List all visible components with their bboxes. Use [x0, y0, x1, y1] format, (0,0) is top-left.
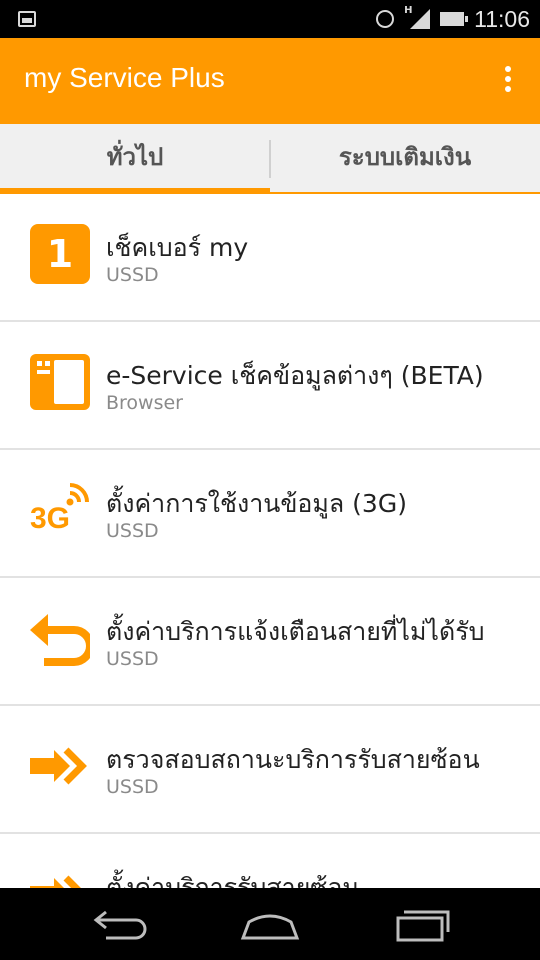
image-icon [18, 11, 36, 27]
status-time: 11:06 [474, 5, 530, 32]
overflow-menu-icon[interactable] [498, 66, 518, 96]
app-bar: my Service Plus [0, 38, 540, 124]
alarm-icon [376, 10, 395, 28]
sim-card-icon [30, 352, 90, 412]
service-list: 1 เช็คเบอร์ my USSD e-Service เช็คข้อมูล… [0, 194, 540, 888]
tab-prepaid[interactable]: ระบบเติมเงิน [270, 124, 540, 194]
list-item-title: e-Service เช็คข้อมูลต่างๆ (BETA) [106, 361, 484, 390]
home-icon[interactable] [235, 904, 305, 944]
list-item[interactable]: 3G ตั้งค่าการใช้งานข้อมูล (3G) USSD [0, 450, 540, 578]
status-bar-indicators: H 11:06 [376, 0, 530, 38]
list-item[interactable]: e-Service เช็คข้อมูลต่างๆ (BETA) Browser [0, 322, 540, 450]
forward-arrows-icon [30, 736, 90, 796]
recents-icon[interactable] [388, 904, 458, 944]
number-one-icon: 1 [30, 224, 90, 284]
list-item-subtitle: Browser [106, 392, 183, 414]
forward-arrows-icon [30, 864, 90, 888]
signal-icon: H [404, 5, 431, 31]
list-item[interactable]: 1 เช็คเบอร์ my USSD [0, 194, 540, 322]
list-item-title: ตั้งค่าบริการรับสายซ้อน [106, 873, 360, 888]
back-icon[interactable] [86, 904, 156, 944]
list-item-title: ตั้งค่าบริการแจ้งเตือนสายที่ไม่ได้รับ [106, 617, 485, 646]
list-item[interactable]: ตรวจสอบสถานะบริการรับสายซ้อน USSD [0, 706, 540, 834]
list-item-subtitle: USSD [106, 648, 159, 670]
battery-icon [440, 12, 469, 26]
list-item[interactable]: ตั้งค่าบริการแจ้งเตือนสายที่ไม่ได้รับ US… [0, 578, 540, 706]
tab-general[interactable]: ทั่วไป [0, 124, 270, 194]
tab-bar: ทั่วไป ระบบเติมเงิน [0, 124, 540, 194]
list-item-subtitle: USSD [106, 264, 159, 286]
list-item-subtitle: USSD [106, 520, 159, 542]
app-title: my Service Plus [24, 62, 225, 93]
list-item-title: ตรวจสอบสถานะบริการรับสายซ้อน [106, 745, 480, 774]
list-item-title: เช็คเบอร์ my [106, 233, 249, 262]
list-item[interactable]: ตั้งค่าบริการรับสายซ้อน [0, 834, 540, 888]
return-arrow-icon [30, 608, 94, 668]
3g-signal-icon: 3G [30, 480, 90, 540]
status-bar: H 11:06 [0, 0, 540, 38]
list-item-title: ตั้งค่าการใช้งานข้อมูล (3G) [106, 489, 407, 518]
list-item-subtitle: USSD [106, 776, 159, 798]
navigation-bar [0, 888, 540, 960]
